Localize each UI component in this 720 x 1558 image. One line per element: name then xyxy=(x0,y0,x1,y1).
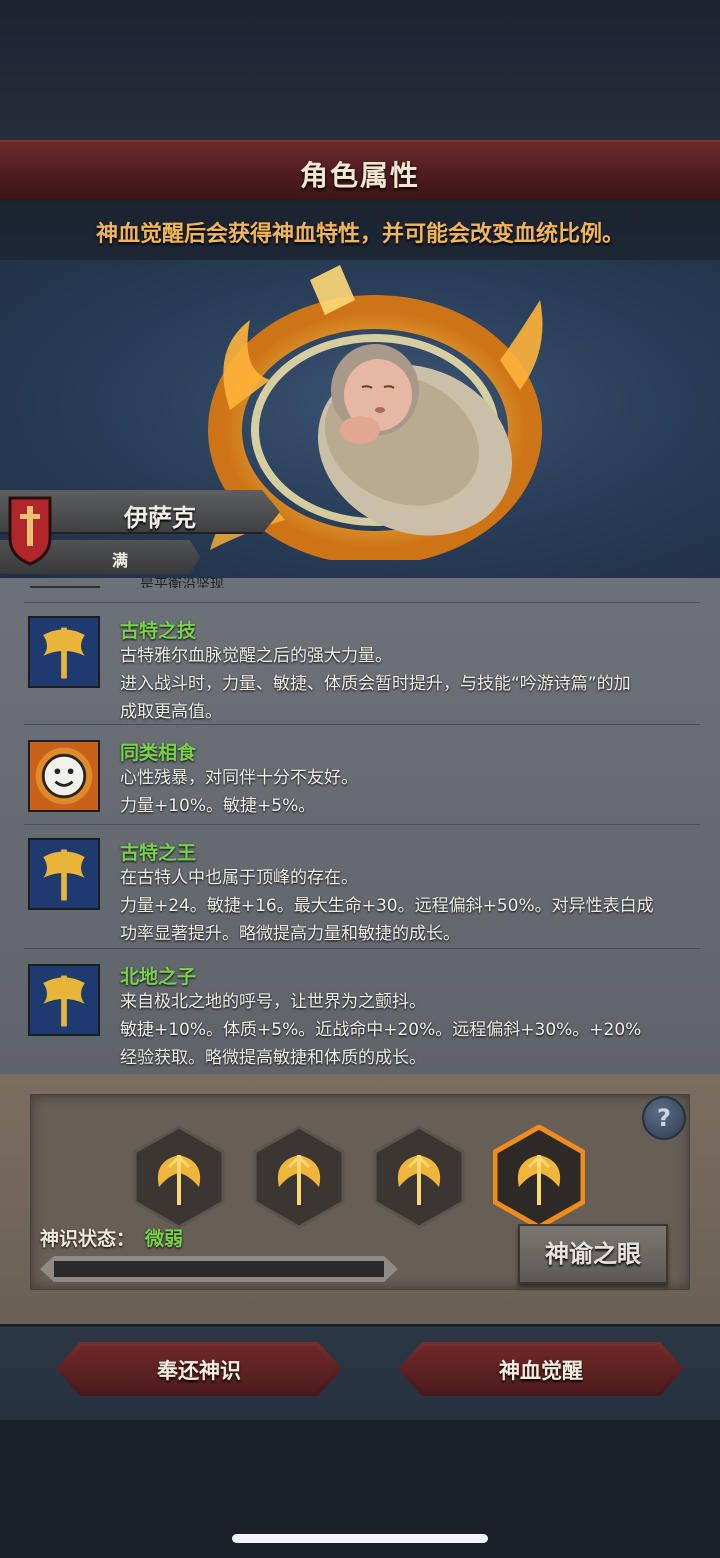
return-divine-sense-button[interactable]: 奉还神识 xyxy=(56,1342,342,1396)
golden-axe-icon xyxy=(28,838,100,910)
divine-blood-awaken-button[interactable]: 神血觉醒 xyxy=(398,1342,684,1396)
divine-progress-bar xyxy=(40,1256,398,1282)
home-indicator[interactable] xyxy=(232,1534,488,1543)
top-backdrop xyxy=(0,0,720,140)
divine-status-label: 神识状态： xyxy=(40,1228,136,1250)
sword-shield-emblem-icon xyxy=(8,496,52,566)
character-level: 满 xyxy=(111,551,128,570)
divine-slot-1[interactable] xyxy=(133,1125,225,1229)
help-icon[interactable]: ? xyxy=(642,1096,686,1140)
awaken-hint-text: 神血觉醒后会获得神血特性，并可能会改变血统比例。 xyxy=(95,222,624,247)
character-name: 伊萨克 xyxy=(124,504,196,532)
divine-slot-3[interactable] xyxy=(373,1125,465,1229)
divine-status-value: 微弱 xyxy=(145,1228,184,1250)
title-bar: 角色属性 xyxy=(0,140,720,200)
hint-bar: 神血觉醒后会获得神血特性，并可能会改变血统比例。 xyxy=(0,200,720,260)
golden-axe-icon xyxy=(28,964,100,1036)
swaddled-baby-portrait xyxy=(317,344,513,536)
page-title: 角色属性 xyxy=(299,159,420,192)
trait-cut-text: 是平衡沿坚现 xyxy=(140,578,224,588)
golden-axe-icon xyxy=(28,616,100,688)
traits-list[interactable]: 是平衡沿坚现 古特之技 古特雅尔血脉觉醒之后的强大力量。 进入战斗时，力量、敏捷… xyxy=(0,578,720,1074)
divine-slot-2[interactable] xyxy=(253,1125,345,1229)
oracle-eye-button[interactable]: 神谕之眼 xyxy=(518,1224,668,1284)
smiley-sun-icon xyxy=(28,740,100,812)
divine-sense-panel xyxy=(0,1074,720,1324)
divine-slot-4-selected[interactable] xyxy=(493,1125,585,1229)
